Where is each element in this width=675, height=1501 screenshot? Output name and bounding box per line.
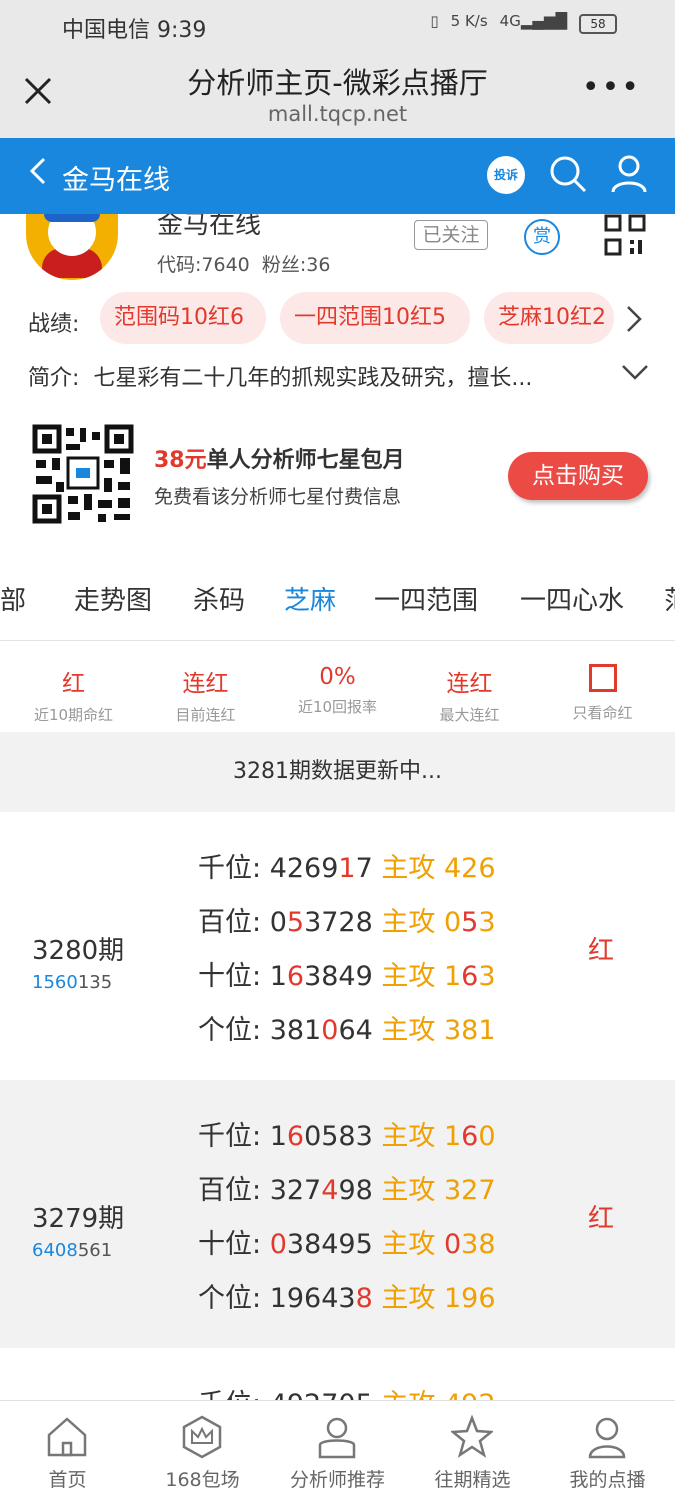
qr-code-icon[interactable] (604, 214, 646, 260)
prediction-line: 千位: 492705 主攻 492 (198, 1382, 496, 1400)
back-icon[interactable] (28, 156, 48, 194)
browser-title: 分析师主页-微彩点播厅 (187, 66, 488, 100)
checkbox-icon[interactable] (588, 664, 617, 692)
only-hits-toggle[interactable]: 只看命红 (535, 664, 670, 723)
star-icon (451, 1415, 493, 1458)
tab-trend[interactable]: 走势图 (74, 580, 152, 617)
promo-price: 38元 (154, 448, 207, 473)
carrier-time: 中国电信 9:39 (62, 18, 207, 43)
more-icon[interactable]: ••• (582, 70, 641, 105)
issue-result: 红 (588, 1204, 615, 1234)
prediction-line: 十位: 163849 主攻 163 (198, 961, 496, 992)
analyst-fans: 粉丝:36 (261, 254, 331, 276)
nav-past[interactable]: 往期精选 (405, 1401, 540, 1501)
bottom-nav: 首页 168包场 分析师推荐 往期精选 我的点播 (0, 1400, 675, 1500)
prediction-line: 个位: 381064 主攻 381 (198, 1015, 496, 1046)
issue-period: 3279期 (32, 1204, 125, 1234)
issue-row: 3279期 6408561 红 千位: 160583 主攻 160 百位: 32… (0, 1080, 675, 1348)
home-icon (47, 1417, 87, 1457)
stat-recent-hit: 红近10期命红 (33, 671, 114, 724)
prediction-line: 十位: 038495 主攻 038 (198, 1229, 496, 1260)
promo-title: 38元单人分析师七星包月 (154, 442, 405, 474)
record-chip[interactable]: 一四范围10红5 (280, 292, 470, 344)
tab-all[interactable]: 全部 (0, 580, 26, 617)
stat-return-rate: 0% 近10回报率 (297, 664, 378, 716)
stat-current-streak: 连红 目前连红 (175, 671, 236, 724)
vibrate-icon: ▯ (430, 12, 439, 30)
chevron-right-icon[interactable] (624, 304, 644, 338)
analyst-code: 代码:7640 (157, 254, 250, 276)
nav-mine[interactable]: 我的点播 (540, 1401, 675, 1501)
prediction-line: 千位: 160583 主攻 160 (198, 1121, 496, 1152)
record-chip[interactable]: 范围码10红6 (100, 292, 266, 344)
record-label: 战绩: (28, 312, 80, 337)
prediction-line: 个位: 196438 主攻 196 (198, 1283, 496, 1314)
user-icon[interactable] (610, 154, 648, 198)
crown-icon (182, 1415, 222, 1459)
prediction-line: 百位: 327498 主攻 327 (198, 1175, 496, 1206)
issue-row: 3280期 1560135 红 千位: 426917 主攻 426 百位: 05… (0, 812, 675, 1080)
issue-result: 红 (588, 936, 615, 966)
signal-icon: 4G▂▄▆█ (499, 12, 567, 30)
issue-period: 3280期 (32, 936, 125, 966)
browser-header: 分析师主页-微彩点播厅 mall.tqcp.net ••• (0, 52, 675, 138)
issue-row: 千位: 492705 主攻 492 (0, 1348, 675, 1400)
promo-title-text: 单人分析师七星包月 (206, 448, 405, 473)
prediction-line: 千位: 426917 主攻 426 (198, 853, 496, 884)
intro-label: 简介: (28, 366, 80, 391)
status-bar: 中国电信 9:39 ▯ 5 K/s 4G▂▄▆█ 58 (0, 0, 675, 52)
intro-text: 七星彩有二十几年的抓规实践及研究，擅长... (93, 366, 533, 391)
chevron-down-icon[interactable] (620, 362, 650, 386)
tab-divider (0, 640, 675, 641)
app-title: 金马在线 (62, 165, 170, 196)
app-bar: 金马在线 投诉 (0, 138, 675, 214)
battery-icon: 58 (579, 14, 617, 34)
analyst-meta: 代码:7640 粉丝:36 (157, 250, 330, 277)
record-chip[interactable]: 芝麻10红2 (484, 292, 614, 344)
buy-button[interactable]: 点击购买 (508, 452, 648, 500)
stat-max-streak: 连红 最大连红 (439, 671, 500, 724)
analyst-icon (318, 1417, 356, 1459)
promo-desc: 免费看该分析师七星付费信息 (154, 486, 402, 508)
complain-button[interactable]: 投诉 (487, 156, 525, 194)
browser-url: mall.tqcp.net (267, 102, 408, 126)
status-icons: ▯ 5 K/s 4G▂▄▆█ (430, 12, 567, 30)
nav-analyst[interactable]: 分析师推荐 (270, 1401, 405, 1501)
issue-draw: 1560135 (32, 972, 113, 993)
nav-package[interactable]: 168包场 (135, 1401, 270, 1501)
qr-code-image (32, 424, 134, 528)
reward-button[interactable]: 赏 (524, 219, 560, 255)
updating-banner: 3281期数据更新中... (0, 732, 675, 812)
net-speed: 5 K/s (450, 12, 488, 30)
issue-draw: 6408561 (32, 1240, 113, 1261)
prediction-line: 百位: 053728 主攻 053 (198, 907, 496, 938)
search-icon[interactable] (548, 154, 588, 198)
tab-heart[interactable]: 一四心水 (520, 580, 624, 617)
nav-home[interactable]: 首页 (0, 1401, 135, 1501)
tab-sesame[interactable]: 芝麻 (284, 580, 336, 617)
follow-button[interactable]: 已关注 (414, 220, 488, 250)
tab-kill[interactable]: 杀码 (193, 580, 245, 617)
tab-range[interactable]: 一四范围 (374, 580, 478, 617)
category-tabs: 全部 走势图 杀码 芝麻 一四范围 一四心水 范 (0, 580, 675, 620)
user-icon (588, 1417, 626, 1459)
intro: 简介: 七星彩有二十几年的抓规实践及研究，擅长... (28, 360, 532, 392)
tab-more[interactable]: 范 (664, 580, 675, 617)
